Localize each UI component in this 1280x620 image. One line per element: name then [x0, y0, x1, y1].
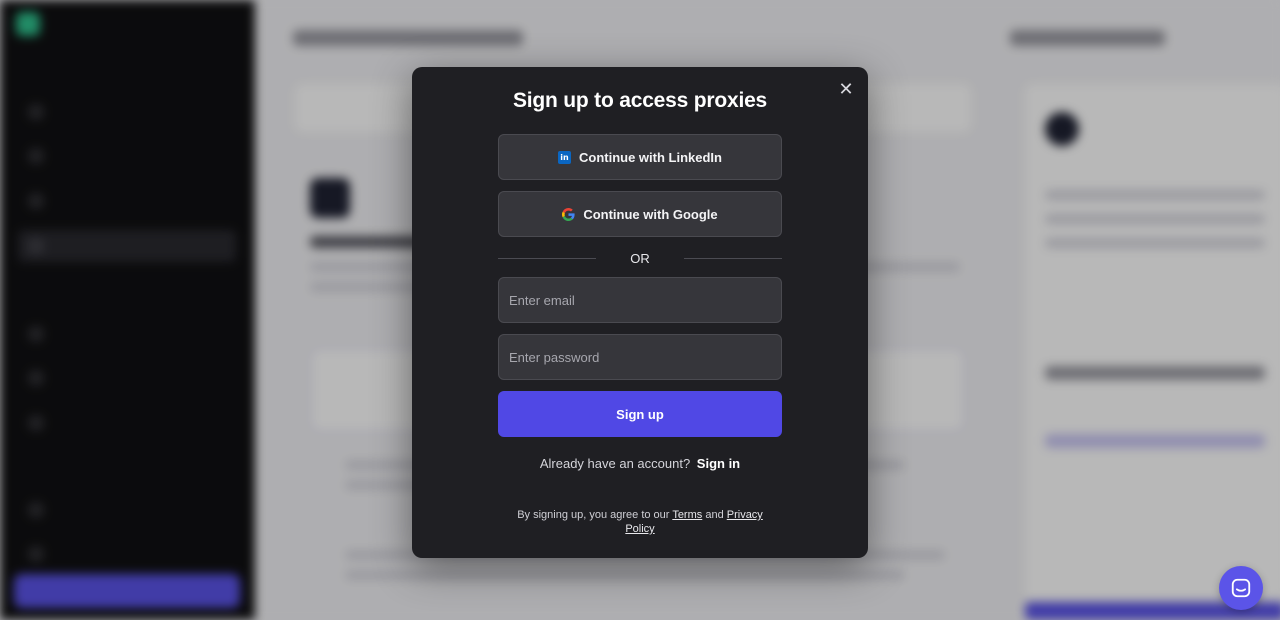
email-field[interactable] [498, 277, 782, 323]
signup-modal: ✕ Sign up to access proxies in Continue … [412, 67, 868, 558]
signup-button[interactable]: Sign up [498, 391, 782, 437]
or-text: OR [630, 250, 650, 266]
legal-prefix: By signing up, you agree to our [517, 509, 670, 521]
chat-icon [1231, 578, 1251, 598]
linkedin-button-label: Continue with LinkedIn [579, 149, 722, 165]
signin-link[interactable]: Sign in [697, 456, 740, 471]
google-button-label: Continue with Google [583, 206, 718, 222]
have-account-text: Already have an account? [539, 456, 691, 471]
terms-link[interactable]: Terms [672, 509, 702, 521]
have-account-row: Already have an account? Sign in [412, 456, 868, 471]
divider-line [683, 257, 782, 259]
password-field[interactable] [498, 334, 782, 380]
linkedin-icon: in [558, 150, 571, 164]
legal-text: By signing up, you agree to our Terms an… [502, 508, 778, 536]
divider-line [498, 257, 597, 259]
google-button[interactable]: Continue with Google [498, 191, 782, 237]
linkedin-button[interactable]: in Continue with LinkedIn [498, 134, 782, 180]
google-icon [562, 207, 575, 221]
chat-launcher-button[interactable] [1219, 566, 1263, 610]
and-text: and [705, 509, 724, 521]
or-divider: OR [498, 250, 782, 266]
modal-title: Sign up to access proxies [512, 89, 768, 112]
